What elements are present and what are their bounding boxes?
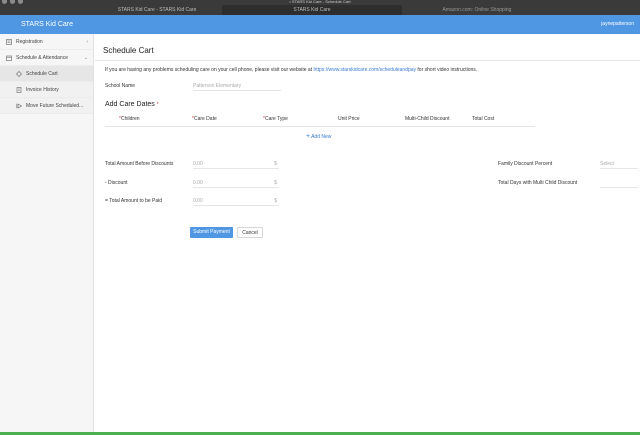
school-name-field[interactable]: Patterson Elementary [193,82,281,91]
currency-suffix: $ [274,161,277,167]
move-icon [15,102,22,109]
add-new-label: Add New [311,134,332,140]
currency-suffix: $ [274,198,277,204]
registration-icon [5,38,12,45]
family-discount-placeholder: Select [600,161,614,167]
sidebar-item-registration[interactable]: Registration › [0,34,93,50]
info-suffix: for short video instructions. [417,67,478,73]
column-label: Care Type [264,116,288,122]
table-header-divider [105,126,535,127]
sidebar-item-schedule-attendance[interactable]: Schedule & Attendance ⌄ [0,50,93,66]
page-title: Schedule Cart [103,46,154,55]
submit-payment-button[interactable]: Submit Payment [190,227,233,238]
add-new-button[interactable]: +Add New [306,133,331,140]
browser-tab-active[interactable]: STARS Kid Care [222,5,402,15]
column-label: Care Date [193,116,217,122]
sidebar: Registration › Schedule & Attendance ⌄ S… [0,34,94,432]
total-to-be-paid-value: 0.00 [193,198,203,204]
currency-suffix: $ [274,180,277,186]
schedule-and-pay-link[interactable]: https://www.starskidcare.com/scheduleand… [313,67,416,73]
sidebar-item-move-future-scheduled[interactable]: Move Future Scheduled... [0,98,93,114]
sidebar-item-label: Schedule Cart [26,70,58,77]
total-before-discounts-field: 0.00 $ [193,160,279,169]
browser-chrome: • STARS Kid Care - Schedule Cart STARS K… [0,0,640,15]
column-header-unit-price: Unit Price [338,116,360,122]
add-care-dates-label: Add Care Dates [105,101,155,108]
family-discount-select[interactable]: Select [600,160,638,169]
total-before-discounts-label: Total Amount Before Discounts [105,161,174,167]
plus-icon: + [306,133,311,140]
main-content: Schedule Cart If you are having any prob… [95,34,640,432]
cancel-button[interactable]: Cancel [237,227,263,238]
discount-label: - Discount [105,180,128,186]
sidebar-item-invoice-history[interactable]: Invoice History [0,82,93,98]
total-to-be-paid-label: = Total Amount to be Paid [105,198,163,204]
multi-child-days-label: Total Days with Multi Child Discount [498,180,578,186]
school-name-value: Patterson Elementary [193,83,242,89]
window-title: • STARS Kid Care - Schedule Cart [289,0,351,4]
calendar-icon [5,54,12,61]
column-header-care-type: *Care Type [263,116,288,122]
sidebar-item-label: Registration [16,38,43,45]
user-menu[interactable]: jaynepatterson [601,15,634,34]
add-care-dates-title: Add Care Dates * [105,101,159,108]
multi-child-days-field [600,179,638,188]
sidebar-item-label: Move Future Scheduled... [26,102,84,109]
title-divider [95,60,640,61]
discount-field: 0.00 $ [193,179,279,188]
column-label: Children [120,116,140,122]
school-name-label: School Name [105,83,136,89]
chevron-down-icon: ⌄ [83,55,88,61]
discount-value: 0.00 [193,180,203,186]
invoice-icon [15,86,22,93]
cart-icon [15,70,22,77]
info-message: If you are having any problems schedulin… [105,67,477,73]
info-text: If you are having any problems schedulin… [105,67,313,73]
browser-tab[interactable]: Amazon.com: Online Shopping [402,5,552,15]
total-to-be-paid-field: 0.00 $ [193,197,279,206]
column-header-multi-child-discount: Multi-Child Discount [405,116,450,122]
browser-tab[interactable]: STARS Kid Care - STARS Kid Care [92,5,222,15]
sidebar-item-schedule-cart[interactable]: Schedule Cart [0,66,93,82]
total-before-discounts-value: 0.00 [193,161,203,167]
app-header: STARS Kid Care jaynepatterson [0,15,640,34]
family-discount-percent-label: Family Discount Percent [498,161,553,167]
required-mark: * [156,102,159,108]
column-header-care-date: *Care Date [192,116,217,122]
app-brand[interactable]: STARS Kid Care [21,15,73,34]
column-header-children: *Children [119,116,140,122]
sidebar-item-label: Schedule & Attendance [16,54,68,61]
sidebar-item-label: Invoice History [26,86,59,93]
chevron-right-icon: › [86,39,88,45]
column-header-total-cost: Total Cost [472,116,495,122]
